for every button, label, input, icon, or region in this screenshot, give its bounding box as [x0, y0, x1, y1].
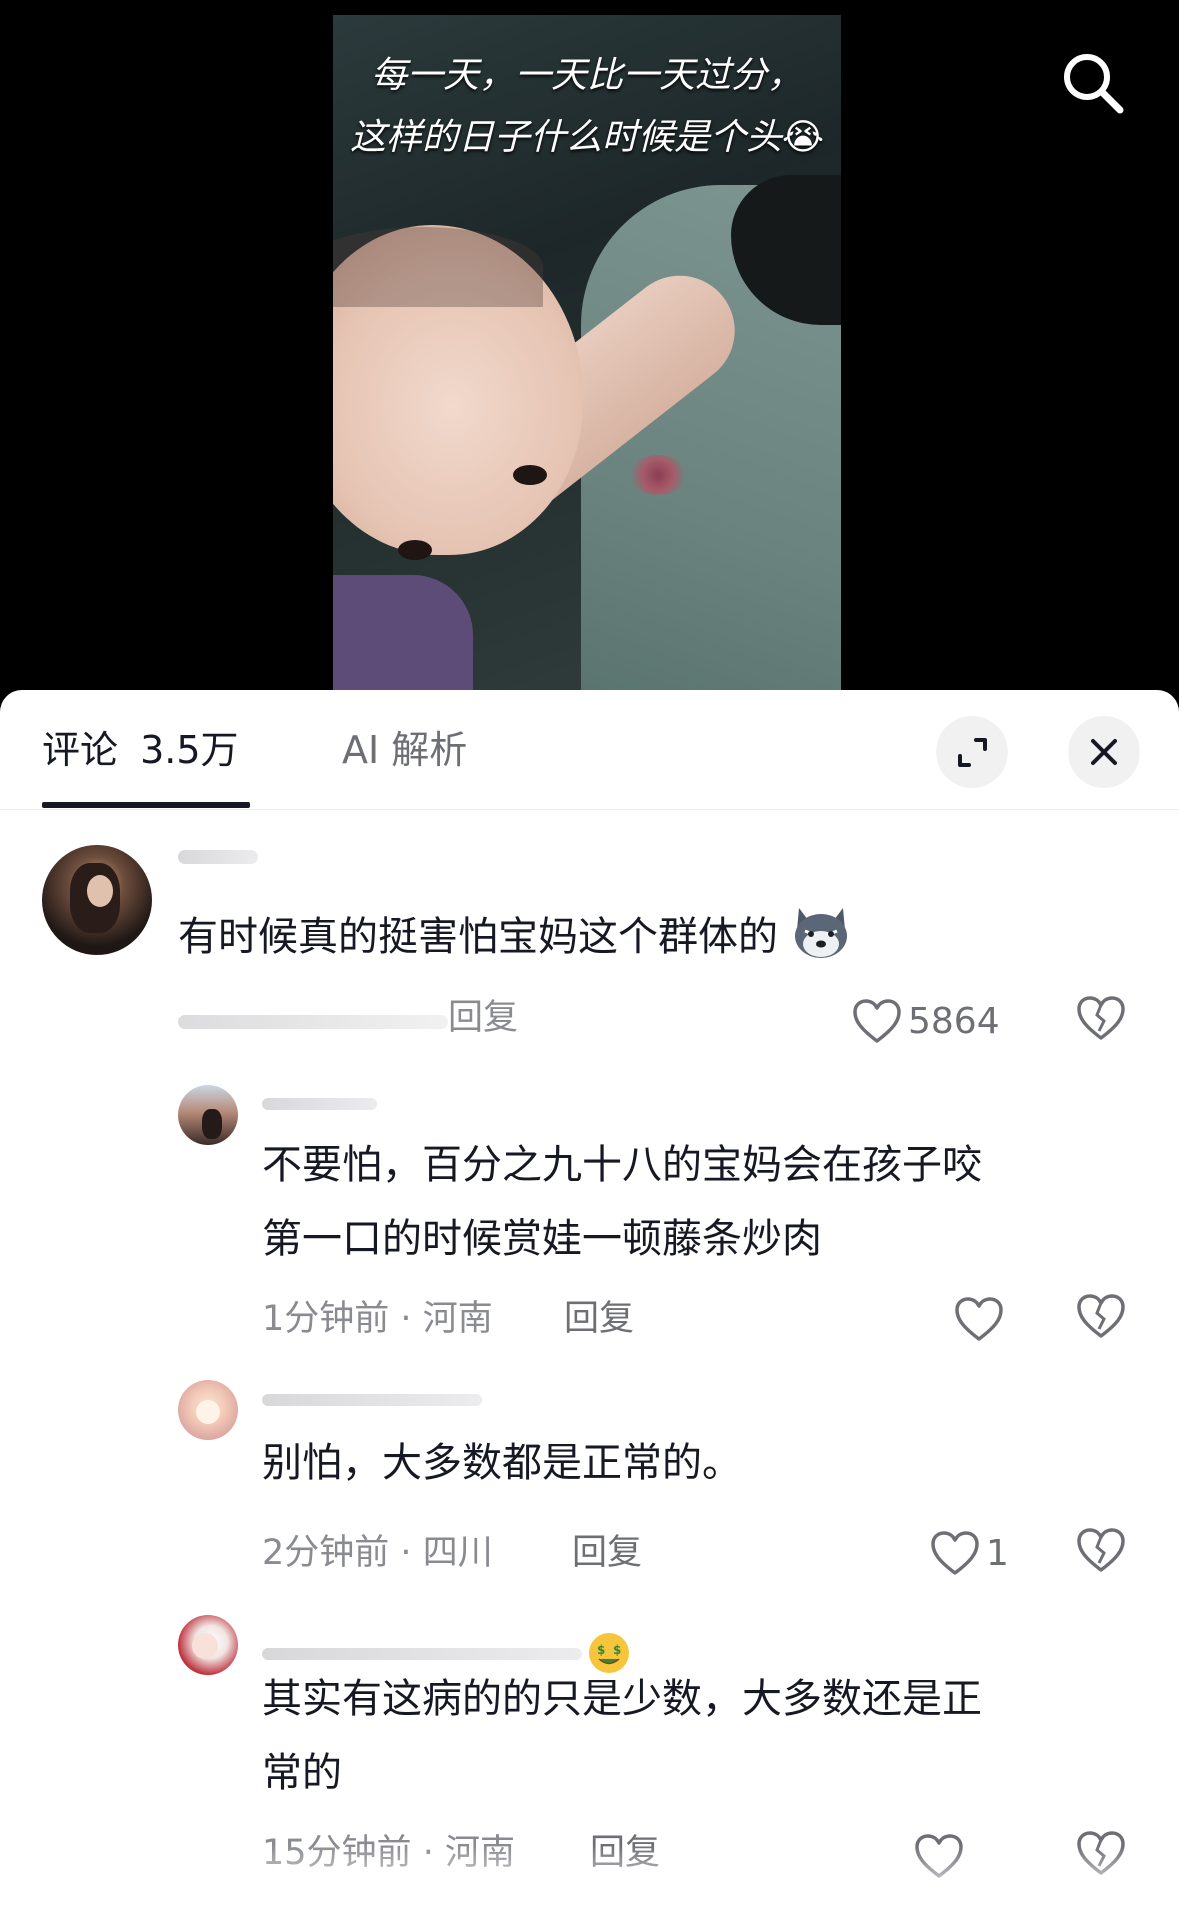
username-blurred[interactable] [262, 1648, 582, 1660]
avatar-face [192, 1633, 218, 1659]
expand-icon [958, 738, 987, 767]
tab-comments-count: 3.5万 [140, 728, 239, 772]
comment-meta: 2分钟前 · 四川 [262, 1531, 493, 1575]
avatar[interactable] [42, 845, 152, 955]
reply-button[interactable]: 回复 [564, 1297, 634, 1341]
comment-text: 有时候真的挺害怕宝妈这个群体的 [178, 900, 851, 974]
comment-location: 河南 [422, 1299, 493, 1339]
comment-text-line: 其实有这病的的只是少数，大多数还是正 [262, 1676, 982, 1722]
comment-meta-blurred [178, 1015, 448, 1029]
meta-separator: · [400, 1299, 423, 1339]
comment-text: 不要怕，百分之九十八的宝妈会在孩子咬 第一口的时候赏娃一顿藤条炒肉 [262, 1128, 982, 1276]
video-baby-eye [513, 465, 547, 485]
tab-comments-label: 评论 [42, 728, 119, 772]
avatar[interactable] [178, 1380, 238, 1440]
like-button[interactable] [954, 1291, 1010, 1347]
comment-text: 别怕，大多数都是正常的。 [262, 1426, 742, 1500]
like-count: 1 [986, 1532, 1009, 1574]
svg-text:$: $ [613, 1643, 621, 1657]
video-caption-line: 每一天，一天比一天过分， [370, 55, 803, 96]
comment-text: 其实有这病的的只是少数，大多数还是正 常的 [262, 1662, 982, 1810]
video-frame[interactable]: 每一天，一天比一天过分， 这样的日子什么时候是个头😭 [333, 15, 841, 720]
video-caption-line: 这样的日子什么时候是个头 [349, 117, 782, 158]
heart-icon [931, 1531, 979, 1575]
comment-time: 2分钟前 [262, 1533, 390, 1573]
broken-heart-icon [1077, 1528, 1125, 1572]
reply-button-partial[interactable]: 回复 [448, 996, 528, 1036]
tab-comments[interactable]: 评论 3.5万 [42, 726, 239, 774]
username-blurred[interactable] [262, 1098, 377, 1110]
husky-emoji-icon [794, 908, 847, 958]
avatar[interactable] [178, 1085, 238, 1145]
like-button[interactable]: 5864 [852, 993, 1000, 1049]
bottom-fade [0, 1845, 1179, 1905]
dislike-button[interactable] [1076, 1527, 1132, 1583]
comment-time: 1分钟前 [262, 1299, 390, 1339]
broken-heart-icon [1077, 996, 1125, 1040]
comment-text-line: 不要怕，百分之九十八的宝妈会在孩子咬 [262, 1142, 982, 1188]
avatar[interactable] [178, 1615, 238, 1675]
dislike-button[interactable] [1076, 1293, 1132, 1349]
meta-separator: · [400, 1533, 423, 1573]
video-caption-line-2: 这样的日子什么时候是个头😭 [333, 107, 841, 169]
video-bruise-shape [628, 455, 688, 495]
video-baby-eye [398, 540, 432, 560]
avatar-face [196, 1400, 220, 1424]
close-icon [1091, 739, 1117, 765]
comment-location: 四川 [422, 1533, 493, 1573]
video-caption: 每一天，一天比一天过分， 这样的日子什么时候是个头😭 [333, 45, 841, 169]
reply-button[interactable]: 回复 [572, 1531, 642, 1575]
like-button[interactable]: 1 [930, 1525, 1009, 1581]
like-count: 5864 [908, 1000, 1000, 1042]
video-player[interactable]: 每一天，一天比一天过分， 这样的日子什么时候是个头😭 [0, 0, 1179, 720]
close-button[interactable] [1068, 716, 1140, 788]
expand-button[interactable] [936, 716, 1008, 788]
comment-sheet: 评论 3.5万 AI 解析 有时候真的挺害怕宝妈这个群体的 回复 5864 不要… [0, 690, 1179, 1905]
comment-tabs: 评论 3.5万 AI 解析 [0, 690, 1179, 810]
tab-ai-analysis[interactable]: AI 解析 [342, 726, 467, 774]
avatar-figure [202, 1109, 222, 1139]
crying-emoji: 😭 [781, 117, 825, 158]
username-blurred[interactable] [178, 850, 258, 864]
comment-text-line: 常的 [262, 1750, 342, 1796]
heart-icon [955, 1297, 1003, 1341]
avatar-face [87, 875, 113, 907]
comment-text-line: 别怕，大多数都是正常的。 [262, 1440, 742, 1486]
search-button[interactable] [1058, 48, 1128, 118]
username-blurred[interactable] [262, 1394, 482, 1406]
reply-label: 回复 [448, 998, 519, 1036]
comment-meta: 1分钟前 · 河南 [262, 1297, 493, 1341]
broken-heart-icon [1077, 1294, 1125, 1338]
active-tab-indicator [42, 802, 250, 808]
search-icon [1064, 54, 1124, 114]
comment-text-content: 有时候真的挺害怕宝妈这个群体的 [178, 914, 778, 960]
svg-text:$: $ [597, 1643, 605, 1657]
comment-text-line: 第一口的时候赏娃一顿藤条炒肉 [262, 1216, 822, 1262]
video-baby-hair-shape [333, 227, 543, 307]
heart-icon [853, 999, 901, 1043]
dislike-button[interactable] [1076, 995, 1132, 1051]
